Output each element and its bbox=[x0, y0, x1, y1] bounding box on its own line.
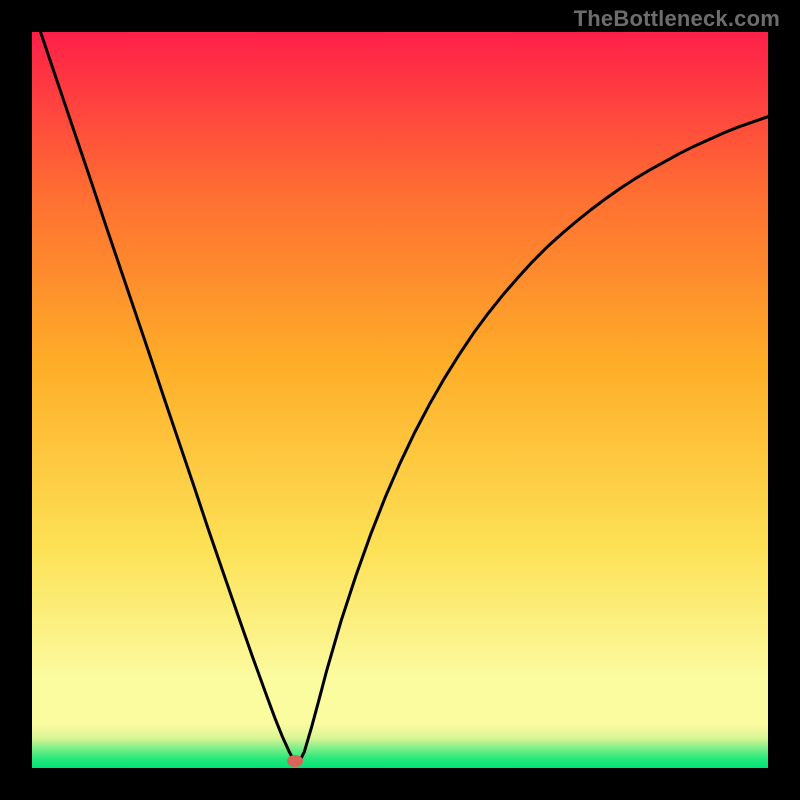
bottleneck-curve bbox=[32, 32, 768, 768]
chart-frame: TheBottleneck.com bbox=[0, 0, 800, 800]
curve-path bbox=[32, 32, 768, 761]
plot-area bbox=[32, 32, 768, 768]
optimal-point-marker bbox=[287, 755, 303, 767]
watermark-text: TheBottleneck.com bbox=[574, 6, 780, 32]
